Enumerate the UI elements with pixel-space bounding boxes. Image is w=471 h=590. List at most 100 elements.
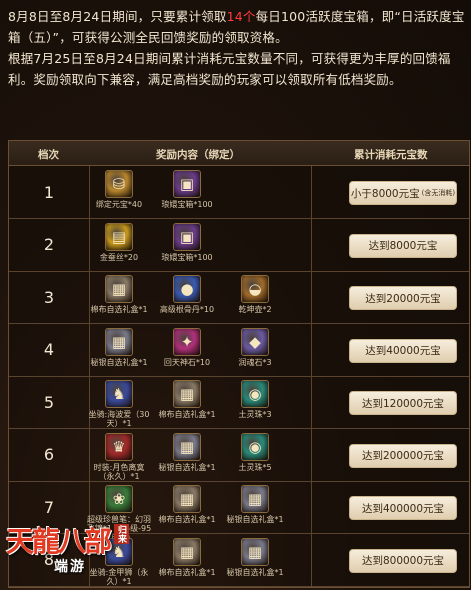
spend-threshold-label: 达到40000元宝 bbox=[365, 345, 441, 357]
orb-icon: ◉ bbox=[241, 432, 269, 461]
column-divider bbox=[311, 166, 312, 218]
reward-item[interactable]: ♛ 时装:月色离寞（永久）*1 bbox=[86, 432, 152, 481]
reward-item[interactable]: ◉ 土灵珠*5 bbox=[222, 432, 288, 472]
reward-item-label: 乾坤壶*2 bbox=[238, 305, 272, 314]
reward-item-label: 金蚕丝*20 bbox=[99, 252, 139, 262]
silk-icon: ▤ bbox=[105, 222, 133, 251]
reward-item[interactable]: ▦ 秘银自选礼盒*1 bbox=[222, 537, 288, 577]
orb-icon: ◉ bbox=[241, 380, 269, 408]
reward-item-label: 秘银自选礼盒*1 bbox=[226, 567, 284, 577]
reward-item[interactable]: ▦ 棉布自选礼盒*1 bbox=[154, 485, 220, 524]
column-divider bbox=[311, 428, 312, 481]
spend-threshold-button[interactable]: 达到8000元宝 bbox=[349, 233, 457, 258]
table-row: 2 ▤ 金蚕丝*20 ▣ 琅嬛宝箱*100 达到8000元宝 bbox=[9, 218, 469, 272]
column-divider bbox=[311, 323, 312, 376]
tier-number: 5 bbox=[43, 392, 55, 412]
reward-item[interactable]: ▦ 秘银自选礼盒*1 bbox=[154, 432, 220, 472]
header-rewards: 奖励内容（绑定） bbox=[156, 149, 240, 161]
reward-item-label: 土灵珠*5 bbox=[238, 462, 272, 472]
mount-icon: ♞ bbox=[105, 380, 133, 408]
logo-main: 天龍八部 bbox=[6, 525, 112, 558]
table-row: 1 ⛁ 绑定元宝*40 ▣ 琅嬛宝箱*100 小于8000元宝 (含无消耗) bbox=[9, 166, 469, 219]
reward-item-label: 棉布自选礼盒*1 bbox=[90, 305, 148, 314]
column-divider bbox=[311, 376, 312, 428]
reward-item[interactable]: ▤ 金蚕丝*20 bbox=[86, 222, 152, 262]
spend-threshold-button[interactable]: 达到400000元宝 bbox=[349, 496, 457, 520]
tier-number: 3 bbox=[43, 287, 55, 307]
reward-item-label: 秘银自选礼盒*1 bbox=[90, 357, 148, 367]
gift-box-icon: ▦ bbox=[173, 432, 201, 461]
spend-threshold-label: 达到800000元宝 bbox=[361, 555, 445, 567]
logo-sub: 端游 bbox=[54, 559, 86, 575]
reward-item[interactable]: ▦ 棉布自选礼盒*1 bbox=[154, 380, 220, 419]
spend-threshold-button[interactable]: 达到800000元宝 bbox=[349, 548, 457, 573]
intro-paragraph-2: 根据7月25日至8月24日期间累计消耗元宝数量不同，可获得更为丰厚的回馈福利。奖… bbox=[8, 51, 451, 87]
table-row: 6 ♛ 时装:月色离寞（永久）*1 ▦ 秘银自选礼盒*1 ◉ 土灵珠*5 达到200000元宝 bbox=[9, 428, 469, 482]
spend-threshold-button[interactable]: 小于8000元宝 (含无消耗) bbox=[349, 181, 457, 205]
tier-number: 4 bbox=[43, 340, 55, 359]
column-divider bbox=[311, 533, 312, 586]
pet-icon: ❀ bbox=[105, 485, 133, 513]
reward-item-label: 琅嬛宝箱*100 bbox=[161, 200, 213, 209]
reward-item[interactable]: ♞ 坐骑:海波爱（30天）*1 bbox=[86, 380, 152, 428]
table-row: 5 ♞ 坐骑:海波爱（30天）*1 ▦ 棉布自选礼盒*1 ◉ 土灵珠*3 达到120000元宝 bbox=[9, 376, 469, 429]
gourd-icon: ◒ bbox=[241, 275, 269, 303]
header-tier: 档次 bbox=[38, 149, 59, 161]
spend-threshold-label: 小于8000元宝 bbox=[350, 187, 420, 200]
gift-box-icon: ▦ bbox=[173, 537, 201, 566]
reward-item[interactable]: ◒ 乾坤壶*2 bbox=[222, 275, 288, 314]
reward-item-label: 秘银自选礼盒*1 bbox=[226, 515, 284, 524]
spend-threshold-label: 达到400000元宝 bbox=[361, 502, 445, 515]
reward-item[interactable]: ✦ 回天神石*10 bbox=[154, 327, 220, 367]
spend-threshold-button[interactable]: 达到200000元宝 bbox=[349, 443, 457, 468]
reward-item-label: 坐骑:海波爱（30天）*1 bbox=[88, 410, 150, 428]
tier-number: 2 bbox=[43, 235, 55, 254]
treasure-chest-icon: ▣ bbox=[173, 222, 201, 251]
magic-stone-icon: ✦ bbox=[173, 327, 201, 356]
reward-item-label: 土灵珠*3 bbox=[238, 410, 272, 419]
gift-box-icon: ▦ bbox=[173, 380, 201, 408]
gift-box-icon: ▦ bbox=[241, 537, 269, 566]
spend-note: (含无消耗) bbox=[421, 189, 456, 197]
reward-item[interactable]: ▦ 棉布自选礼盒*1 bbox=[154, 537, 220, 577]
costume-icon: ♛ bbox=[105, 432, 133, 461]
pill-icon: ● bbox=[173, 275, 201, 303]
reward-item[interactable]: ▣ 琅嬛宝箱*100 bbox=[154, 170, 220, 209]
spend-threshold-button[interactable]: 达到20000元宝 bbox=[349, 286, 457, 310]
highlight-count: 14个 bbox=[226, 9, 256, 24]
table-header: 档次 奖励内容（绑定） 累计消耗元宝数 bbox=[9, 141, 469, 166]
reward-item-label: 琅嬛宝箱*100 bbox=[161, 252, 213, 262]
reward-item[interactable]: ⛁ 绑定元宝*40 bbox=[86, 170, 152, 209]
event-description: 8月8日至8月24日期间，只要累计领取14个每日100活跃度宝箱，即“日活跃度宝… bbox=[8, 6, 466, 90]
spend-threshold-label: 达到200000元宝 bbox=[361, 450, 445, 462]
spend-threshold-button[interactable]: 达到120000元宝 bbox=[349, 391, 457, 415]
tier-number: 6 bbox=[43, 445, 55, 464]
gem-icon: ◆ bbox=[241, 327, 269, 356]
table-row: 3 ▦ 棉布自选礼盒*1 ● 高级根骨丹*10 ◒ 乾坤壶*2 达到20000元宝 bbox=[9, 271, 469, 324]
logo-tag: 归来 bbox=[114, 524, 129, 544]
intro-paragraph-1: 8月8日至8月24日期间，只要累计领取14个每日100活跃度宝箱，即“日活跃度宝… bbox=[8, 9, 465, 45]
reward-item-label: 绑定元宝*40 bbox=[95, 200, 143, 209]
reward-item[interactable]: ◉ 土灵珠*3 bbox=[222, 380, 288, 419]
gift-box-icon: ▦ bbox=[241, 485, 269, 513]
spend-threshold-label: 达到20000元宝 bbox=[365, 292, 441, 305]
gold-ingot-icon: ⛁ bbox=[105, 170, 133, 198]
reward-item-label: 高级根骨丹*10 bbox=[159, 305, 215, 314]
reward-item[interactable]: ▦ 秘银自选礼盒*1 bbox=[86, 327, 152, 367]
reward-item[interactable]: ◆ 润魂石*3 bbox=[222, 327, 288, 367]
reward-item-label: 时装:月色离寞（永久）*1 bbox=[93, 462, 145, 481]
spend-threshold-button[interactable]: 达到40000元宝 bbox=[349, 338, 457, 363]
table-row: 4 ▦ 秘银自选礼盒*1 ✦ 回天神石*10 ◆ 润魂石*3 达到40000元宝 bbox=[9, 323, 469, 377]
reward-item-label: 棉布自选礼盒*1 bbox=[158, 567, 216, 577]
reward-item-label: 润魂石*3 bbox=[238, 357, 272, 367]
reward-item[interactable]: ▦ 秘银自选礼盒*1 bbox=[222, 485, 288, 524]
reward-item[interactable]: ▦ 棉布自选礼盒*1 bbox=[86, 275, 152, 314]
game-logo: 天龍八部 端游 归来 bbox=[6, 520, 129, 584]
column-divider bbox=[311, 218, 312, 271]
header-spend: 累计消耗元宝数 bbox=[354, 149, 428, 161]
gift-box-icon: ▦ bbox=[105, 275, 133, 303]
reward-item[interactable]: ● 高级根骨丹*10 bbox=[154, 275, 220, 314]
reward-item[interactable]: ▣ 琅嬛宝箱*100 bbox=[154, 222, 220, 262]
treasure-chest-icon: ▣ bbox=[173, 170, 201, 198]
column-divider bbox=[311, 481, 312, 533]
